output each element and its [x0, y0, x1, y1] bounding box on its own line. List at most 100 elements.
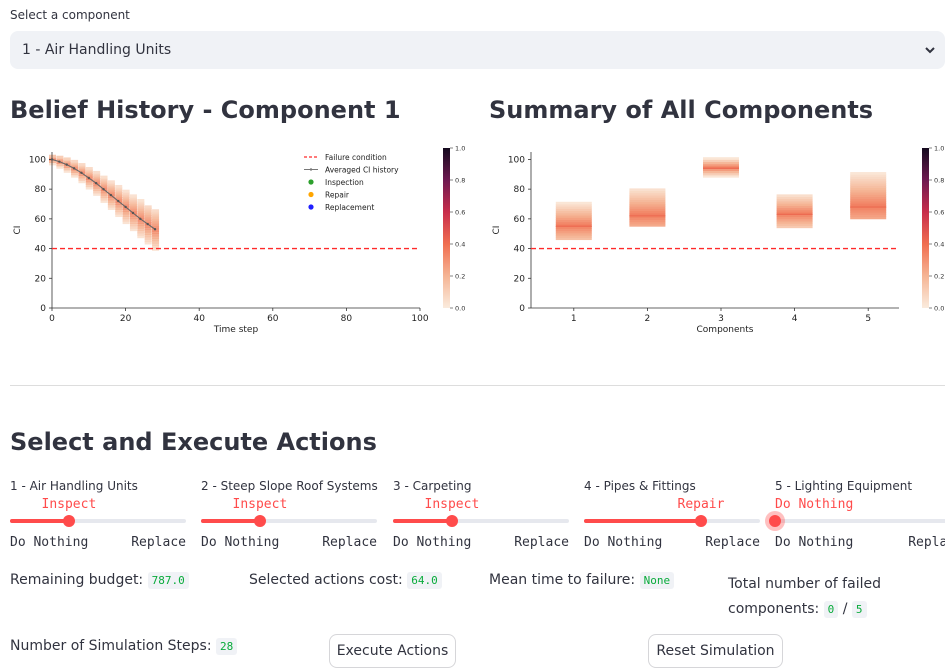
averaged-ci-point — [146, 222, 149, 226]
averaged-ci-point — [87, 176, 91, 180]
y-tick-label: 40 — [35, 245, 47, 255]
colorbar-tick-label: 0.2 — [455, 273, 465, 281]
colorbar-tick-label: 0.4 — [455, 241, 465, 249]
execute-actions-button[interactable]: Execute Actions — [329, 634, 456, 668]
averaged-ci-point — [117, 199, 120, 203]
y-tick-label: 100 — [508, 155, 525, 165]
action-slider-2: 2 - Steep Slope Roof Systems Inspect Do No… — [201, 476, 378, 556]
slider-label: 3 - Carpeting — [393, 479, 472, 493]
x-tick-label: 40 — [193, 314, 205, 324]
y-tick-label: 20 — [35, 274, 47, 284]
averaged-ci-point — [80, 171, 83, 174]
x-tick-label: 5 — [865, 314, 871, 324]
slider-thumb[interactable] — [63, 515, 75, 527]
colorbar-tick-label: 1.0 — [455, 145, 465, 153]
slider-thumb[interactable] — [254, 515, 266, 527]
y-tick-label: 20 — [514, 274, 526, 284]
x-axis-label: Components — [697, 325, 754, 335]
y-tick-label: 80 — [35, 185, 47, 195]
colorbar-tick-label: 0.0 — [455, 305, 465, 313]
slider-track[interactable] — [10, 515, 186, 527]
belief-cell — [63, 157, 71, 161]
colorbar-tick-label: 1.0 — [934, 145, 944, 153]
colorbar-tick-label: 0.2 — [934, 273, 944, 281]
y-tick-label: 60 — [35, 215, 47, 225]
action-slider-3: 3 - Carpeting Inspect Do Nothing Replace — [393, 476, 569, 556]
slider-thumb[interactable] — [695, 515, 707, 527]
belief-cell — [78, 163, 86, 167]
summary-title: Summary of All Components — [489, 96, 874, 124]
action-slider-4: 4 - Pipes & Fittings Repair Do Nothing Repl… — [584, 476, 760, 556]
belief-cell — [129, 194, 137, 198]
colorbar — [922, 148, 929, 308]
actions-title: Select and Execute Actions — [10, 428, 377, 456]
x-axis-label: Time step — [213, 325, 259, 335]
x-tick-label: 0 — [49, 314, 55, 324]
colorbar-tick-label: 0.8 — [934, 177, 944, 185]
belief-history-chart: 0 20 40 60 80 100 0 20 40 60 80 100 Time step CI Failu… — [13, 145, 465, 336]
legend-label: Replacement — [325, 203, 374, 212]
component-belief-cell — [776, 194, 813, 197]
belief-cell — [137, 199, 145, 203]
component-belief-cell — [703, 157, 739, 160]
averaged-ci-point — [153, 228, 157, 231]
y-tick-label: 80 — [514, 185, 526, 195]
belief-cell — [100, 175, 108, 180]
action-slider-5: 5 - Lighting Equipment Do Nothing Do Nothi… — [769, 476, 945, 556]
actions-cost-value: 64.0 — [407, 572, 442, 589]
section-divider — [10, 385, 945, 386]
x-tick-label: 2 — [645, 314, 651, 324]
slider-value: Repair — [677, 497, 725, 512]
slider-value: Inspect — [424, 497, 480, 512]
slider-min-label: Do Nothing — [584, 535, 663, 550]
y-tick-label: 0 — [40, 304, 46, 314]
mttf-value: None — [639, 572, 675, 589]
slider-track[interactable] — [393, 515, 569, 527]
component-belief-cell — [850, 172, 887, 175]
slider-fill — [393, 519, 452, 523]
x-tick-label: 60 — [267, 314, 279, 324]
slider-fill — [201, 519, 260, 523]
slider-value: Inspect — [232, 497, 288, 512]
slider-max-label: Replace — [705, 535, 760, 550]
slider-track[interactable] — [201, 515, 377, 527]
slider-track[interactable] — [584, 515, 760, 527]
failed-total: 5 — [851, 601, 867, 618]
legend-marker-repair — [308, 191, 314, 198]
belief-cell — [152, 209, 160, 213]
belief-cell — [93, 170, 101, 175]
actions-cost: Selected actions cost: 64.0 — [249, 572, 442, 589]
colorbar-tick-label: 0.6 — [455, 209, 465, 217]
mean-time-to-failure: Mean time to failure: None — [489, 572, 675, 589]
colorbar-tick-label: 0.0 — [934, 305, 944, 313]
averaged-ci-point — [72, 167, 76, 170]
slider-max-label: Replace — [131, 535, 186, 550]
remaining-budget: Remaining budget: 787.0 — [10, 572, 189, 589]
slider-label: 2 - Steep Slope Roof Systems — [201, 479, 378, 493]
slider-thumb[interactable] — [446, 515, 458, 527]
slider-track[interactable] — [769, 515, 945, 527]
legend-label: Averaged CI history — [325, 166, 399, 175]
averaged-ci-point — [124, 205, 127, 209]
x-tick-label: 1 — [571, 314, 577, 324]
slider-fill — [10, 519, 69, 523]
slider-min-label: Do Nothing — [10, 535, 89, 550]
slider-max-label: Replace — [908, 535, 945, 550]
reset-simulation-button[interactable]: Reset Simulation — [648, 634, 783, 668]
belief-cell — [49, 154, 56, 159]
colorbar-tick-label: 0.8 — [455, 177, 465, 185]
slider-thumb[interactable] — [769, 515, 781, 527]
chevron-down-icon — [925, 47, 935, 54]
failed-components: Total number of failed components: 0 / 5 — [728, 576, 881, 618]
legend-label: Repair — [325, 191, 350, 200]
belief-cell — [122, 189, 130, 194]
action-slider-1: 1 - Air Handling Units Inspect Do Nothing R… — [10, 476, 186, 556]
averaged-ci-point — [139, 217, 142, 221]
failed-count: 0 — [823, 601, 839, 618]
x-tick-label: 80 — [341, 314, 353, 324]
slider-min-label: Do Nothing — [775, 535, 854, 550]
legend-marker-inspection — [308, 179, 314, 185]
summary-chart: 1 2 3 4 5 0 20 40 60 80 100 Components CI 0.0 0.2 0.4 0.… — [492, 145, 944, 336]
slider-label: 5 - Lighting Equipment — [775, 479, 913, 493]
component-select[interactable]: 1 - Air Handling Units — [10, 31, 945, 69]
